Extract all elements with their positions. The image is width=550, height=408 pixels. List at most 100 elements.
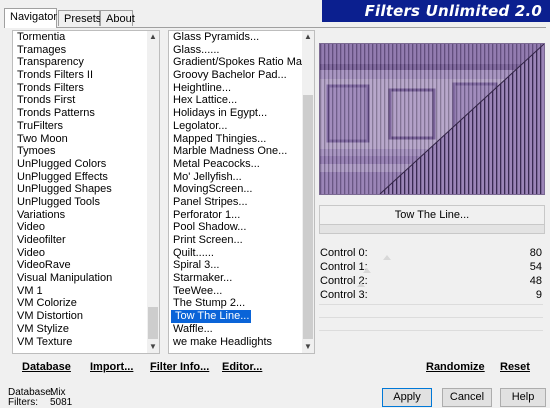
list-item-label: Video — [17, 221, 45, 234]
scroll-down-icon[interactable]: ▼ — [147, 341, 159, 353]
list-item[interactable]: Tormentia — [13, 31, 147, 44]
list-item[interactable]: Tow The Line... — [169, 310, 302, 323]
list-item[interactable]: Legolator... — [169, 120, 302, 133]
list-item[interactable]: Gradient/Spokes Ratio Maker... — [169, 56, 314, 69]
list-item[interactable]: UnPlugged Colors — [13, 158, 147, 171]
list-item-label: Mo' Jellyfish... — [173, 170, 242, 183]
list-item[interactable]: Metal Peacocks... — [169, 158, 302, 171]
control-value: 54 — [529, 261, 542, 273]
list-item[interactable]: Waffle... — [169, 323, 302, 336]
list-item[interactable]: Mo' Jellyfish... — [169, 171, 302, 184]
control-area: Control 0: 80 Control 1: 54 Control 2: 4… — [319, 244, 543, 344]
list-item-label: VideoRave — [17, 259, 71, 272]
randomize-link[interactable]: Randomize — [426, 361, 485, 373]
list-item-label: UnPlugged Shapes — [17, 183, 112, 196]
list-item[interactable]: Spiral 3... — [169, 259, 302, 272]
list-item[interactable]: Tronds First — [13, 94, 147, 107]
list-item[interactable]: Marble Madness One... — [169, 145, 302, 158]
list-item[interactable]: VM Stylize — [13, 323, 147, 336]
database-link[interactable]: Database — [22, 361, 71, 373]
list-item[interactable]: VM 1 — [13, 285, 147, 298]
list-item[interactable]: Video — [13, 247, 147, 260]
scroll-up-icon[interactable]: ▲ — [147, 31, 159, 43]
help-button[interactable]: Help — [500, 388, 546, 407]
list-item[interactable]: TeeWee... — [169, 285, 302, 298]
list-item-label: Videofilter — [17, 234, 66, 246]
list-item[interactable]: Perforator 1... — [169, 209, 302, 222]
control-value: 80 — [529, 247, 542, 259]
control-3[interactable]: Control 3: 9 — [320, 289, 542, 302]
tab-about[interactable]: About — [100, 10, 135, 26]
list-item[interactable]: Two Moon — [13, 133, 147, 146]
list-item[interactable]: Mapped Thingies... — [169, 133, 302, 146]
list-item-label: Tymoes — [17, 145, 56, 158]
list-item[interactable]: UnPlugged Tools — [13, 196, 147, 209]
list-item[interactable]: Transparency — [13, 56, 147, 69]
list-item[interactable]: Holidays in Egypt... — [169, 107, 302, 120]
control-1[interactable]: Control 1: 54 — [320, 261, 542, 274]
control-2[interactable]: Control 2: 48 — [320, 275, 542, 288]
editor-link[interactable]: Editor... — [222, 361, 262, 373]
apply-button[interactable]: Apply — [382, 388, 432, 407]
list-item[interactable]: Heightline... — [169, 82, 302, 95]
scroll-up-icon[interactable]: ▲ — [302, 31, 314, 43]
filter-scrollbar[interactable]: ▲ ▼ — [302, 31, 314, 353]
list-item[interactable]: VM Texture — [13, 336, 147, 349]
list-item[interactable]: VideoRave — [13, 259, 147, 272]
list-item-label: TeeWee... — [173, 284, 223, 297]
list-item[interactable]: Tronds Patterns — [13, 107, 147, 120]
list-item-label: TruFilters — [17, 119, 64, 132]
filter-info-link[interactable]: Filter Info... — [150, 361, 209, 373]
scroll-thumb[interactable] — [148, 307, 158, 339]
list-item[interactable]: Panel Stripes... — [169, 196, 302, 209]
list-item[interactable]: TruFilters — [13, 120, 147, 133]
category-scrollbar[interactable]: ▲ ▼ — [147, 31, 159, 353]
list-item[interactable]: Quilt...... — [169, 247, 302, 260]
list-item[interactable]: Tronds Filters II — [13, 69, 147, 82]
list-item[interactable]: Visual Manipulation — [13, 272, 147, 285]
category-list[interactable]: Tormentia Tramages Transparency Tronds Filt… — [12, 30, 160, 354]
filter-name-display: Tow The Line... — [319, 205, 545, 225]
list-item-label: UnPlugged Tools — [17, 195, 100, 208]
list-item[interactable]: Glass Pyramids... — [169, 31, 302, 44]
list-item[interactable]: Tramages — [13, 44, 147, 57]
scroll-thumb[interactable] — [303, 95, 313, 339]
list-item[interactable]: Videofilter — [13, 234, 147, 247]
control-0[interactable]: Control 0: 80 — [320, 247, 542, 260]
reset-link[interactable]: Reset — [500, 361, 530, 373]
list-item[interactable]: VM Colorize — [13, 297, 147, 310]
tab-divider — [4, 27, 546, 28]
list-item[interactable]: Starmaker... — [169, 272, 302, 285]
list-item[interactable]: VM Distortion — [13, 310, 147, 323]
list-item-label: Hex Lattice... — [173, 94, 238, 107]
list-item[interactable]: we make Headlights — [169, 336, 302, 349]
list-item-label: VM 1 — [17, 284, 43, 297]
list-item-label: Two Moon — [17, 132, 68, 145]
slider-tick-icon[interactable] — [357, 282, 365, 287]
cancel-button[interactable]: Cancel — [442, 388, 492, 407]
category-items: Tormentia Tramages Transparency Tronds Filt… — [13, 31, 147, 348]
list-item[interactable]: Glass...... — [169, 44, 302, 57]
slider-tick-icon[interactable] — [363, 268, 371, 273]
list-item[interactable]: Hex Lattice... — [169, 94, 302, 107]
list-item[interactable]: MovingScreen... — [169, 183, 302, 196]
tab-bar: Navigator Presets About — [4, 8, 304, 28]
list-item-label: Metal Peacocks... — [173, 157, 260, 170]
title-banner: Filters Unlimited 2.0 — [322, 0, 550, 22]
scroll-down-icon[interactable]: ▼ — [302, 341, 314, 353]
list-item[interactable]: Groovy Bachelor Pad... — [169, 69, 302, 82]
list-item[interactable]: Tymoes — [13, 145, 147, 158]
list-item[interactable]: Variations — [13, 209, 147, 222]
list-item[interactable]: Pool Shadow... — [169, 221, 302, 234]
tab-navigator[interactable]: Navigator — [4, 8, 57, 28]
list-item[interactable]: Tronds Filters — [13, 82, 147, 95]
list-item[interactable]: UnPlugged Shapes — [13, 183, 147, 196]
filter-list[interactable]: Glass Pyramids... Glass...... Gradient/Spo… — [168, 30, 315, 354]
list-item[interactable]: The Stump 2... — [169, 297, 302, 310]
slider-tick-icon[interactable] — [383, 255, 391, 260]
tab-presets[interactable]: Presets — [58, 10, 101, 26]
list-item[interactable]: Print Screen... — [169, 234, 302, 247]
import-link[interactable]: Import... — [90, 361, 133, 373]
list-item[interactable]: Video — [13, 221, 147, 234]
list-item[interactable]: UnPlugged Effects — [13, 171, 147, 184]
